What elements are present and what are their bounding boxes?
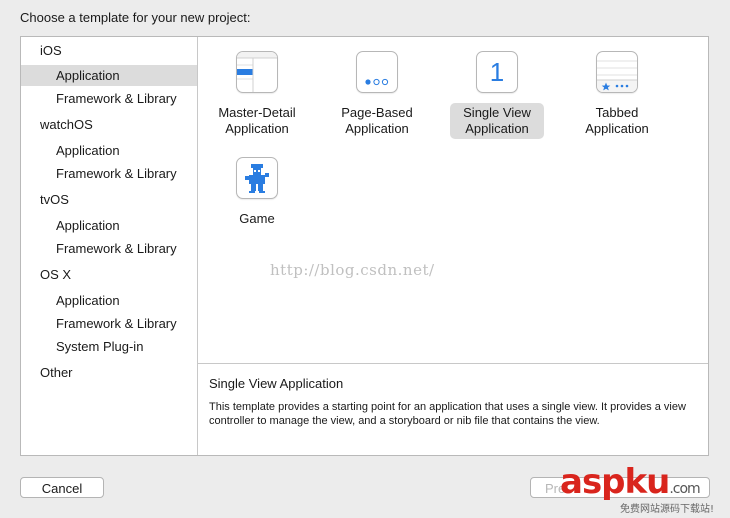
watermark-logo-suffix: .com [669, 481, 700, 497]
sidebar-item-other[interactable]: Other [21, 362, 197, 383]
page-based-icon [356, 51, 398, 93]
sidebar-item-ios-application[interactable]: Application [21, 65, 197, 86]
sidebar-item-watchos-application[interactable]: Application [21, 140, 197, 161]
sidebar-item-watchos-framework-library[interactable]: Framework & Library [21, 163, 197, 184]
sidebar-item-osx-framework-library[interactable]: Framework & Library [21, 313, 197, 334]
cancel-button[interactable]: Cancel [20, 477, 104, 498]
template-game[interactable]: Game [210, 157, 304, 227]
template-master-detail[interactable]: Master-Detail Application [210, 51, 304, 137]
sidebar-item-ios-framework-library[interactable]: Framework & Library [21, 88, 197, 109]
template-label-line2: Application [345, 121, 409, 136]
template-label-line1: Tabbed [595, 105, 639, 120]
template-grid: Master-Detail Application Page-Based App… [198, 37, 708, 364]
template-single-view[interactable]: 1 Single View Application [450, 42, 544, 139]
template-label-line1: Page-Based [341, 105, 413, 120]
template-label-line2: Application [225, 121, 289, 136]
watermark-logo-text: aspku [560, 462, 670, 502]
watermark-url: http://blog.csdn.net/ [270, 261, 435, 279]
platform-sidebar: iOS Application Framework & Library watc… [21, 37, 198, 455]
template-label-line2: Application [585, 121, 649, 136]
sidebar-item-tvos-framework-library[interactable]: Framework & Library [21, 238, 197, 259]
sidebar-item-osx[interactable]: OS X [21, 264, 197, 285]
sidebar-item-ios[interactable]: iOS [21, 40, 197, 61]
template-label-line2: Application [465, 121, 529, 136]
master-detail-icon [236, 51, 278, 93]
template-label-line1: Game [239, 211, 275, 226]
watermark-subtitle: 免费网站源码下载站! [620, 504, 715, 515]
template-chooser-panel: iOS Application Framework & Library watc… [20, 36, 709, 456]
game-icon [236, 157, 278, 199]
sidebar-item-osx-application[interactable]: Application [21, 290, 197, 311]
sidebar-item-osx-system-plugin[interactable]: System Plug-in [21, 336, 197, 357]
template-label-line1: Single View [463, 105, 531, 120]
description-title: Single View Application [209, 376, 344, 391]
tabbed-icon [596, 51, 638, 93]
single-view-icon: 1 [466, 42, 530, 104]
watermark-logo: aspku.com [560, 462, 701, 502]
page-title: Choose a template for your new project: [20, 10, 251, 25]
template-tabbed[interactable]: Tabbed Application [570, 51, 664, 137]
sidebar-item-tvos[interactable]: tvOS [21, 189, 197, 210]
template-page-based[interactable]: Page-Based Application [330, 51, 424, 137]
sidebar-item-watchos[interactable]: watchOS [21, 114, 197, 135]
template-label-line1: Master-Detail [218, 105, 296, 120]
single-view-icon-number: 1 [489, 57, 505, 87]
description-text: This template provides a starting point … [209, 401, 686, 427]
template-description: Single View Application This template pr… [198, 364, 708, 455]
sidebar-item-tvos-application[interactable]: Application [21, 215, 197, 236]
